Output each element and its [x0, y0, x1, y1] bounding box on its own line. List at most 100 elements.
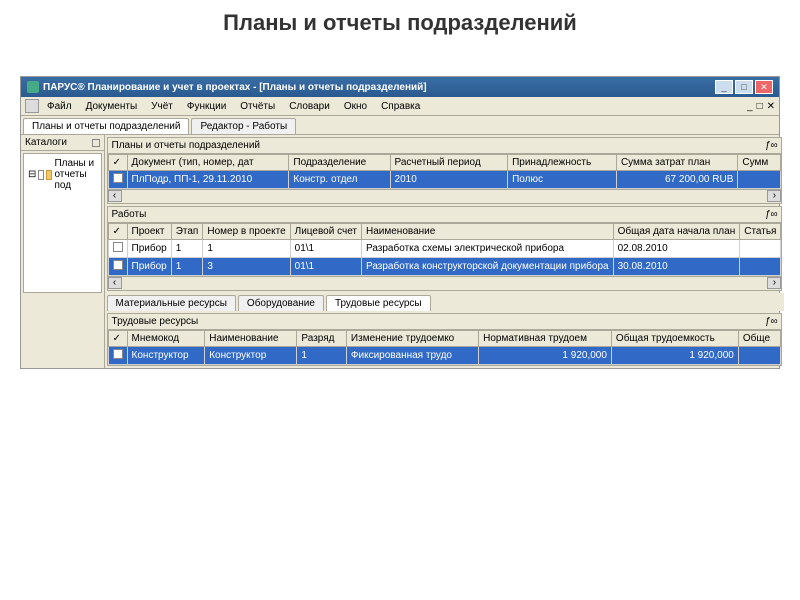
scroll-right-icon[interactable]: › [767, 190, 781, 202]
table-row[interactable]: Конструктор Конструктор 1 Фиксированная … [108, 347, 781, 365]
cell: Констр. отдел [289, 171, 390, 189]
col-article[interactable]: Статья [740, 224, 781, 240]
col-check[interactable]: ✓ [108, 331, 127, 347]
hscroll[interactable]: ‹› [108, 276, 782, 290]
app-logo-icon [27, 81, 39, 93]
labor-grid[interactable]: ✓ Мнемокод Наименование Разряд Изменение… [108, 330, 782, 365]
cell: Конструктор [127, 347, 205, 365]
col-check[interactable]: ✓ [108, 224, 127, 240]
cell: 3 [203, 258, 290, 276]
col-account[interactable]: Лицевой счет [290, 224, 361, 240]
tree-root-label: Планы и отчеты под [54, 158, 96, 191]
cell: 1 [203, 240, 290, 258]
menu-dictionaries[interactable]: Словари [283, 100, 336, 113]
works-grid[interactable]: ✓ Проект Этап Номер в проекте Лицевой сч… [108, 223, 782, 276]
col-total[interactable]: Общая трудоемкость [611, 331, 738, 347]
mdi-max-icon[interactable]: □ [757, 101, 763, 112]
catalog-tree[interactable]: ⊟ Планы и отчеты под [23, 153, 102, 293]
col-ownership[interactable]: Принадлежность [508, 155, 617, 171]
col-change[interactable]: Изменение трудоемко [346, 331, 478, 347]
col-period[interactable]: Расчетный период [390, 155, 508, 171]
cell: 01\1 [290, 258, 361, 276]
close-button[interactable]: ✕ [755, 80, 773, 94]
menubar: Файл Документы Учёт Функции Отчёты Слова… [21, 97, 779, 116]
cell: Полюс [508, 171, 617, 189]
folder-icon [46, 170, 52, 180]
resource-tabs: Материальные ресурсы Оборудование Трудов… [105, 293, 785, 311]
menu-functions[interactable]: Функции [181, 100, 232, 113]
table-row[interactable]: Прибор 1 3 01\1 Разработка конструкторск… [108, 258, 781, 276]
col-num[interactable]: Номер в проекте [203, 224, 290, 240]
col-name[interactable]: Наименование [205, 331, 297, 347]
menu-help[interactable]: Справка [375, 100, 426, 113]
col-project[interactable]: Проект [127, 224, 171, 240]
col-document[interactable]: Документ (тип, номер, дат [127, 155, 289, 171]
sidebar-title: Каталоги [25, 137, 67, 148]
tab-plans[interactable]: Планы и отчеты подразделений [23, 118, 189, 134]
fx-icon[interactable]: ƒ∞ [765, 316, 778, 327]
row-checkbox[interactable] [113, 173, 123, 183]
col-total2[interactable]: Обще [738, 331, 781, 347]
col-start[interactable]: Общая дата начала план [613, 224, 740, 240]
table-row[interactable]: ПлПодр, ПП-1, 29.11.2010 Констр. отдел 2… [108, 171, 781, 189]
tab-labor[interactable]: Трудовые ресурсы [326, 295, 431, 311]
row-checkbox[interactable] [113, 349, 123, 359]
col-name[interactable]: Наименование [362, 224, 614, 240]
fx-icon[interactable]: ƒ∞ [765, 140, 778, 151]
plans-panel-title: Планы и отчеты подразделений [112, 140, 765, 151]
col-mnemo[interactable]: Мнемокод [127, 331, 205, 347]
cell: ПлПодр, ПП-1, 29.11.2010 [127, 171, 289, 189]
fx-icon[interactable]: ƒ∞ [765, 209, 778, 220]
col-norm[interactable]: Нормативная трудоем [479, 331, 612, 347]
scroll-left-icon[interactable]: ‹ [108, 190, 122, 202]
app-icon [25, 99, 39, 113]
menu-reports[interactable]: Отчёты [234, 100, 281, 113]
plans-grid[interactable]: ✓ Документ (тип, номер, дат Подразделени… [108, 154, 782, 189]
window-title: ПАРУС® Планирование и учет в проектах - … [43, 82, 711, 93]
col-grade[interactable]: Разряд [297, 331, 347, 347]
cell: Конструктор [205, 347, 297, 365]
tree-expand-icon[interactable]: ⊟ [28, 169, 36, 180]
tab-equipment[interactable]: Оборудование [238, 295, 324, 311]
labor-panel: Трудовые ресурсы ƒ∞ ✓ Мнемокод Наименова… [107, 313, 783, 366]
scroll-right-icon[interactable]: › [767, 277, 781, 289]
hscroll[interactable]: ‹› [108, 189, 782, 203]
cell: 1 [171, 240, 203, 258]
tree-checkbox[interactable] [38, 170, 44, 180]
cell: 1 [297, 347, 347, 365]
tab-materials[interactable]: Материальные ресурсы [107, 295, 236, 311]
page-title: Планы и отчеты подразделений [0, 0, 800, 66]
cell: 1 920,000 [479, 347, 612, 365]
mdi-min-icon[interactable]: _ [747, 101, 753, 112]
menu-accounting[interactable]: Учёт [145, 100, 179, 113]
col-check[interactable]: ✓ [108, 155, 127, 171]
table-row[interactable]: Прибор 1 1 01\1 Разработка схемы электри… [108, 240, 781, 258]
minimize-button[interactable]: _ [715, 80, 733, 94]
cell [738, 171, 781, 189]
tree-root[interactable]: ⊟ Планы и отчеты под [28, 158, 97, 191]
titlebar: ПАРУС® Планирование и учет в проектах - … [21, 77, 779, 97]
mdi-close-icon[interactable]: ✕ [767, 101, 775, 112]
cell [740, 240, 781, 258]
sidebar: Каталоги ⊟ Планы и отчеты под [21, 135, 105, 368]
menu-file[interactable]: Файл [41, 100, 78, 113]
row-checkbox[interactable] [113, 260, 123, 270]
col-subdivision[interactable]: Подразделение [289, 155, 390, 171]
cell [738, 347, 781, 365]
sidebar-toggle-icon[interactable] [92, 139, 100, 147]
col-stage[interactable]: Этап [171, 224, 203, 240]
col-cost-plan[interactable]: Сумма затрат план [616, 155, 737, 171]
col-sum[interactable]: Сумм [738, 155, 781, 171]
app-window: ПАРУС® Планирование и учет в проектах - … [20, 76, 780, 369]
cell: 30.08.2010 [613, 258, 740, 276]
row-checkbox[interactable] [113, 242, 123, 252]
works-panel: Работы ƒ∞ ✓ Проект Этап Номер в проекте … [107, 206, 783, 291]
maximize-button[interactable]: □ [735, 80, 753, 94]
plans-panel: Планы и отчеты подразделений ƒ∞ ✓ Докуме… [107, 137, 783, 204]
tab-editor[interactable]: Редактор - Работы [191, 118, 296, 134]
cell: 1 920,000 [611, 347, 738, 365]
menu-documents[interactable]: Документы [80, 100, 144, 113]
main-tabs: Планы и отчеты подразделений Редактор - … [21, 116, 779, 135]
scroll-left-icon[interactable]: ‹ [108, 277, 122, 289]
menu-window[interactable]: Окно [338, 100, 373, 113]
